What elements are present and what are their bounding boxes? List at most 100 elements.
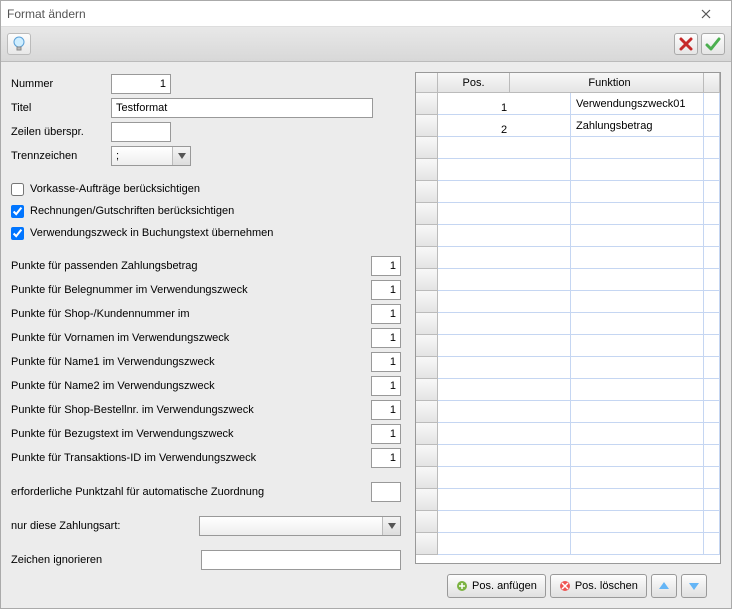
- nummer-label: Nummer: [11, 78, 111, 90]
- toolbar: [1, 27, 731, 62]
- cell-last: [704, 93, 720, 115]
- ok-button[interactable]: [701, 33, 725, 55]
- table-row: [416, 159, 720, 181]
- row-header: [416, 181, 438, 203]
- left-panel: Nummer Titel Zeilen überspr. Trennzeiche…: [11, 72, 401, 598]
- table-body[interactable]: 1Verwendungszweck012Zahlungsbetrag: [416, 93, 720, 563]
- punkte-field[interactable]: [371, 280, 401, 300]
- table-row: [416, 269, 720, 291]
- row-header-corner: [416, 73, 438, 93]
- verwendungszweck-checkbox[interactable]: [11, 227, 24, 240]
- table-row: [416, 533, 720, 555]
- arrow-up-icon: [658, 581, 670, 591]
- rechnungen-checkbox[interactable]: [11, 205, 24, 218]
- punkte-label: Punkte für Transaktions-ID im Verwendung…: [11, 452, 371, 464]
- chevron-down-icon: [382, 517, 400, 535]
- cell-last: [704, 511, 720, 533]
- cell-func: [571, 247, 704, 269]
- col-last-header: [704, 73, 720, 93]
- row-header: [416, 291, 438, 313]
- move-up-button[interactable]: [651, 574, 677, 598]
- table-row: [416, 137, 720, 159]
- punkte-field[interactable]: [371, 256, 401, 276]
- zeilen-field[interactable]: [111, 122, 171, 142]
- titel-field[interactable]: [111, 98, 373, 118]
- window-close-button[interactable]: [701, 9, 725, 19]
- ignore-label: Zeichen ignorieren: [11, 554, 141, 566]
- punkte-field[interactable]: [371, 376, 401, 396]
- punkte-row: Punkte für Name1 im Verwendungszweck: [11, 350, 401, 374]
- row-header: [416, 401, 438, 423]
- right-panel: Pos. Funktion 1Verwendungszweck012Zahlun…: [415, 72, 721, 598]
- table-row: [416, 445, 720, 467]
- col-func-header[interactable]: Funktion: [510, 73, 704, 93]
- punkte-field[interactable]: [371, 448, 401, 468]
- table: Pos. Funktion 1Verwendungszweck012Zahlun…: [415, 72, 721, 564]
- punkte-field[interactable]: [371, 328, 401, 348]
- nummer-field[interactable]: [111, 74, 171, 94]
- trenn-combo[interactable]: ;: [111, 146, 191, 166]
- punkte-field[interactable]: [371, 352, 401, 372]
- cell-func: [571, 423, 704, 445]
- cell-func[interactable]: Zahlungsbetrag: [571, 115, 704, 137]
- pos-delete-button[interactable]: Pos. löschen: [550, 574, 647, 598]
- punkte-row: Punkte für Shop-/Kundennummer im: [11, 302, 401, 326]
- req-field[interactable]: [371, 482, 401, 502]
- table-row[interactable]: 1Verwendungszweck01: [416, 93, 720, 115]
- chevron-down-icon: [172, 147, 190, 165]
- trenn-label: Trennzeichen: [11, 150, 111, 162]
- punkte-row: Punkte für Vornamen im Verwendungszweck: [11, 326, 401, 350]
- cancel-button[interactable]: [674, 33, 698, 55]
- table-row: [416, 203, 720, 225]
- table-row: [416, 379, 720, 401]
- table-row: [416, 423, 720, 445]
- hint-button[interactable]: [7, 33, 31, 55]
- punkte-field[interactable]: [371, 304, 401, 324]
- zahlungsart-combo[interactable]: [199, 516, 401, 536]
- ok-icon: [705, 36, 721, 52]
- cell-pos: [438, 313, 571, 335]
- add-icon: [456, 580, 468, 592]
- cell-last: [704, 489, 720, 511]
- cell-last: [704, 313, 720, 335]
- cell-func[interactable]: Verwendungszweck01: [571, 93, 704, 115]
- table-row[interactable]: 2Zahlungsbetrag: [416, 115, 720, 137]
- pos-append-button[interactable]: Pos. anfügen: [447, 574, 546, 598]
- col-pos-header[interactable]: Pos.: [438, 73, 510, 93]
- punkte-field[interactable]: [371, 424, 401, 444]
- cell-last: [704, 181, 720, 203]
- vorkasse-checkbox[interactable]: [11, 183, 24, 196]
- cell-pos: [438, 445, 571, 467]
- row-header: [416, 533, 438, 555]
- row-header[interactable]: [416, 115, 438, 137]
- punkte-field[interactable]: [371, 400, 401, 420]
- cell-pos[interactable]: 2: [438, 115, 571, 137]
- table-buttons: Pos. anfügen Pos. löschen: [415, 574, 721, 598]
- punkte-label: Punkte für Shop-/Kundennummer im: [11, 308, 371, 320]
- cell-last: [704, 203, 720, 225]
- punkte-label: Punkte für Name2 im Verwendungszweck: [11, 380, 371, 392]
- cell-func: [571, 291, 704, 313]
- pos-append-label: Pos. anfügen: [472, 580, 537, 592]
- cell-last: [704, 423, 720, 445]
- cell-pos: [438, 423, 571, 445]
- table-row: [416, 335, 720, 357]
- row-header: [416, 357, 438, 379]
- req-label: erforderliche Punktzahl für automatische…: [11, 486, 371, 498]
- zahlungsart-label: nur diese Zahlungsart:: [11, 520, 141, 532]
- cell-pos: [438, 379, 571, 401]
- cell-pos: [438, 335, 571, 357]
- move-down-button[interactable]: [681, 574, 707, 598]
- cell-func: [571, 159, 704, 181]
- row-header: [416, 489, 438, 511]
- row-header[interactable]: [416, 93, 438, 115]
- content: Nummer Titel Zeilen überspr. Trennzeiche…: [1, 62, 731, 608]
- cell-func: [571, 533, 704, 555]
- ignore-field[interactable]: [201, 550, 401, 570]
- cell-func: [571, 225, 704, 247]
- cell-pos[interactable]: 1: [438, 93, 571, 115]
- cell-pos: [438, 489, 571, 511]
- rechnungen-label: Rechnungen/Gutschriften berücksichtigen: [30, 205, 234, 217]
- punkte-row: Punkte für Belegnummer im Verwendungszwe…: [11, 278, 401, 302]
- punkte-row: Punkte für Bezugstext im Verwendungszwec…: [11, 422, 401, 446]
